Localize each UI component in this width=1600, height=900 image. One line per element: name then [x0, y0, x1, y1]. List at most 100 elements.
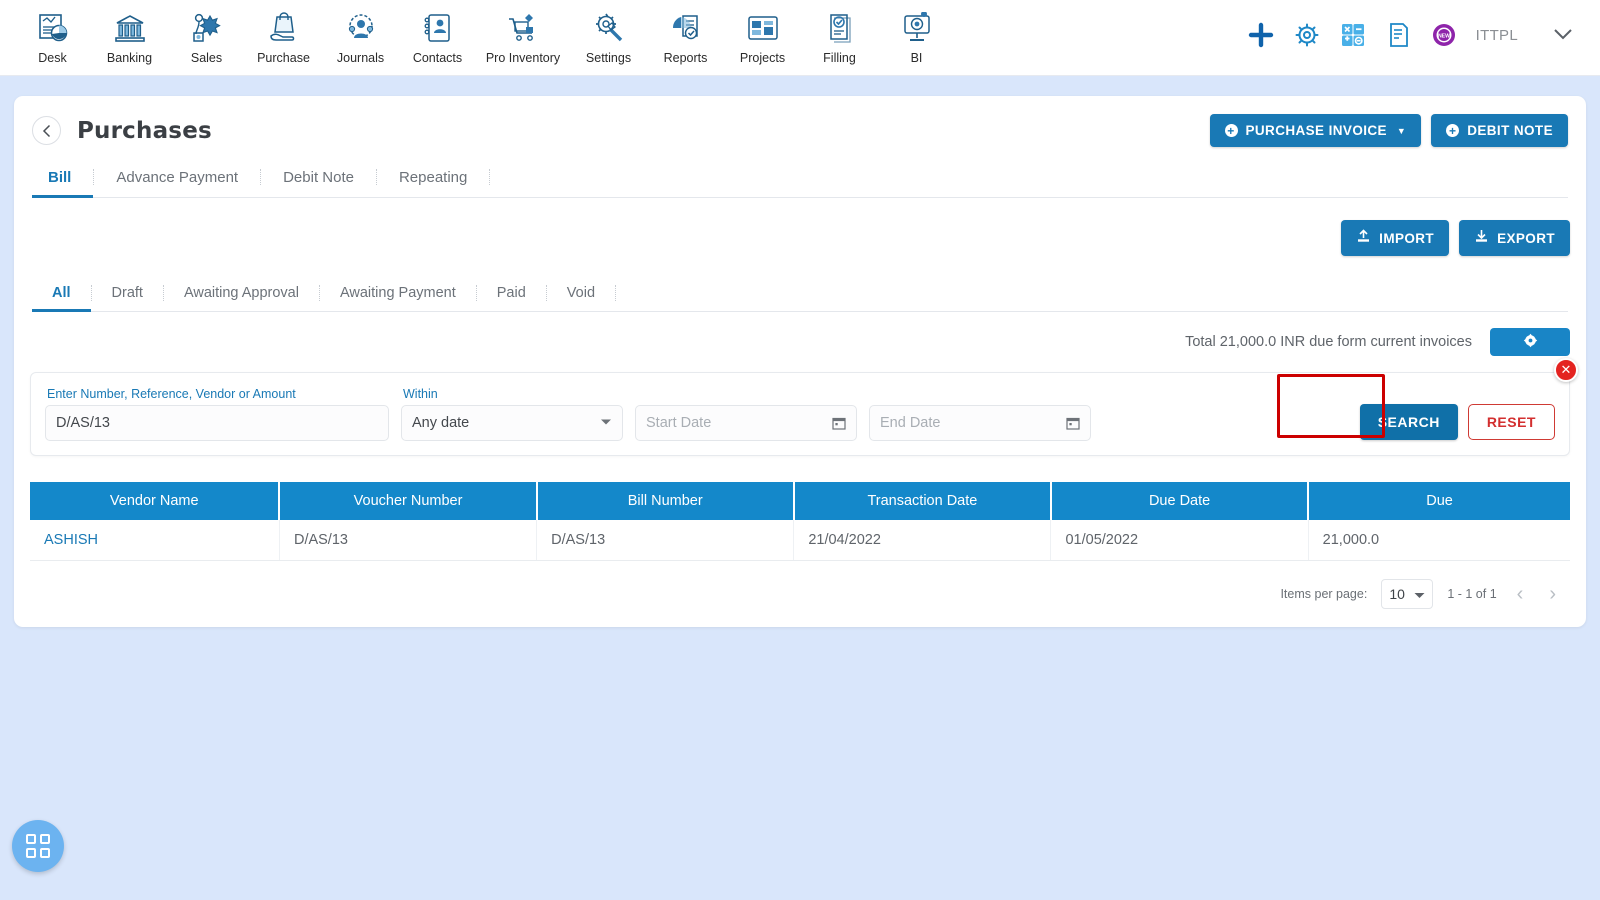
purchase-invoice-button[interactable]: + PURCHASE INVOICE ▼ — [1209, 114, 1422, 147]
search-button[interactable]: SEARCH — [1359, 404, 1458, 440]
start-date-input[interactable]: Start Date — [635, 405, 857, 441]
filter-buttons: SEARCH RESET — [1359, 404, 1555, 441]
purchase-invoice-label: PURCHASE INVOICE — [1245, 123, 1387, 138]
calculator-icon[interactable] — [1340, 22, 1366, 48]
status-tab-all[interactable]: All — [32, 274, 91, 312]
total-due-text: Total 21,000.0 INR due form current invo… — [1185, 334, 1472, 350]
nav-module-projects[interactable]: Projects — [724, 4, 801, 65]
nav-module-journals[interactable]: Journals — [322, 4, 399, 65]
column-header-due[interactable]: Due — [1308, 482, 1570, 520]
status-tab-paid[interactable]: Paid — [477, 274, 546, 311]
pagination-range: 1 - 1 of 1 — [1447, 587, 1497, 601]
status-tab-awaiting-payment[interactable]: Awaiting Payment — [320, 274, 476, 311]
document-type-tabs: Bill Advance Payment Debit Note Repeatin… — [32, 157, 1568, 198]
export-button[interactable]: EXPORT — [1459, 220, 1570, 256]
import-button[interactable]: IMPORT — [1341, 220, 1450, 256]
pagination: Items per page: 10 1 - 1 of 1 ‹ › — [30, 561, 1570, 613]
nav-module-label: Contacts — [412, 51, 463, 65]
chevron-down-icon[interactable] — [1538, 24, 1574, 47]
search-input-value: D/AS/13 — [56, 415, 110, 431]
nav-module-label: Settings — [585, 51, 632, 65]
add-icon[interactable] — [1248, 22, 1274, 48]
column-header-vendor-name[interactable]: Vendor Name — [30, 482, 281, 520]
cell-due-date: 01/05/2022 — [1050, 520, 1309, 561]
column-header-bill-number[interactable]: Bill Number — [536, 482, 795, 520]
nav-module-filling[interactable]: Filling — [801, 4, 878, 65]
items-per-page-select[interactable]: 10 — [1381, 579, 1434, 609]
within-select[interactable]: Any date — [401, 405, 623, 441]
calendar-icon[interactable] — [1066, 416, 1080, 430]
tab-separator — [615, 284, 617, 301]
search-input[interactable]: D/AS/13 — [45, 405, 389, 441]
table-row[interactable]: ASHISH D/AS/13 D/AS/13 21/04/2022 01/05/… — [30, 520, 1570, 561]
nav-module-settings[interactable]: Settings — [570, 4, 647, 65]
tab-debit-note[interactable]: Debit Note — [261, 157, 376, 197]
summary-row: Total 21,000.0 INR due form current invo… — [30, 312, 1570, 366]
calendar-icon[interactable] — [832, 416, 846, 430]
status-tab-void[interactable]: Void — [547, 274, 615, 311]
nav-module-contacts[interactable]: Contacts — [399, 4, 476, 65]
cell-voucher-number: D/AS/13 — [279, 520, 538, 561]
items-per-page-label: Items per page: — [1280, 587, 1368, 601]
svg-text:NEW: NEW — [1438, 34, 1450, 40]
nav-module-pro-inventory[interactable]: Pro Inventory — [476, 4, 570, 65]
gear-icon[interactable] — [1294, 22, 1320, 48]
page-title: Purchases — [77, 117, 212, 144]
bills-table: Vendor Name Voucher Number Bill Number T… — [30, 482, 1570, 561]
nav-module-desk[interactable]: Desk — [14, 4, 91, 65]
column-header-transaction-date[interactable]: Transaction Date — [793, 482, 1052, 520]
nav-module-label: Desk — [38, 51, 67, 65]
apps-fab-button[interactable] — [12, 820, 64, 872]
chevron-down-icon — [600, 418, 612, 429]
header-actions: + PURCHASE INVOICE ▼ + DEBIT NOTE — [1209, 114, 1568, 147]
contacts-icon — [421, 8, 455, 50]
nav-module-banking[interactable]: Banking — [91, 4, 168, 65]
cell-vendor-name: ASHISH — [30, 520, 280, 561]
nav-module-label: Journals — [336, 51, 385, 65]
nav-module-label: BI — [910, 51, 923, 65]
tab-bill[interactable]: Bill — [32, 157, 94, 198]
reports-icon — [669, 8, 703, 50]
debit-note-button[interactable]: + DEBIT NOTE — [1431, 114, 1568, 147]
column-settings-button[interactable] — [1490, 328, 1570, 356]
grid-cell — [26, 848, 36, 858]
nav-module-purchase[interactable]: Purchase — [245, 4, 322, 65]
reset-button[interactable]: RESET — [1467, 404, 1555, 440]
nav-module-bi[interactable]: BI — [878, 4, 955, 65]
end-date-input[interactable]: End Date — [869, 405, 1091, 441]
filling-icon — [823, 8, 857, 50]
tab-advance-payment[interactable]: Advance Payment — [94, 157, 260, 197]
close-filter-button[interactable]: ✕ — [1554, 358, 1578, 382]
plus-circle-icon: + — [1224, 124, 1238, 137]
next-page-button[interactable]: › — [1543, 583, 1562, 606]
chevron-down-icon — [1414, 586, 1425, 602]
previous-page-button[interactable]: ‹ — [1511, 583, 1530, 606]
nav-module-sales[interactable]: Sales — [168, 4, 245, 65]
inventory-icon — [506, 8, 540, 50]
table-head: Vendor Name Voucher Number Bill Number T… — [30, 482, 1570, 520]
chevron-down-icon: ▼ — [1396, 125, 1407, 136]
journals-icon — [344, 8, 378, 50]
column-header-voucher-number[interactable]: Voucher Number — [279, 482, 538, 520]
table-body: ASHISH D/AS/13 D/AS/13 21/04/2022 01/05/… — [30, 520, 1570, 561]
status-tab-awaiting-approval[interactable]: Awaiting Approval — [164, 274, 319, 311]
purchases-card: Purchases + PURCHASE INVOICE ▼ + DEBIT N… — [14, 96, 1586, 627]
column-header-due-date[interactable]: Due Date — [1050, 482, 1310, 520]
search-field-group: Enter Number, Reference, Vendor or Amoun… — [45, 387, 389, 441]
page-body: Purchases + PURCHASE INVOICE ▼ + DEBIT N… — [0, 76, 1600, 647]
new-badge-icon[interactable]: NEW — [1432, 23, 1456, 47]
nav-module-reports[interactable]: Reports — [647, 4, 724, 65]
vendor-link[interactable]: ASHISH — [44, 532, 98, 548]
start-date-placeholder: Start Date — [646, 415, 712, 431]
status-tab-draft[interactable]: Draft — [92, 274, 163, 311]
top-navigation-bar: Desk Banking Sales Purchase Journals Con… — [0, 0, 1600, 76]
bi-icon — [900, 8, 934, 50]
notes-icon[interactable] — [1386, 22, 1412, 48]
start-date-field-group: Start Date — [635, 405, 857, 441]
nav-module-label: Pro Inventory — [485, 51, 561, 65]
projects-icon — [746, 8, 780, 50]
back-button[interactable] — [32, 116, 61, 145]
dashboard-icon — [36, 8, 70, 50]
tab-repeating[interactable]: Repeating — [377, 157, 489, 197]
import-label: IMPORT — [1379, 230, 1435, 246]
